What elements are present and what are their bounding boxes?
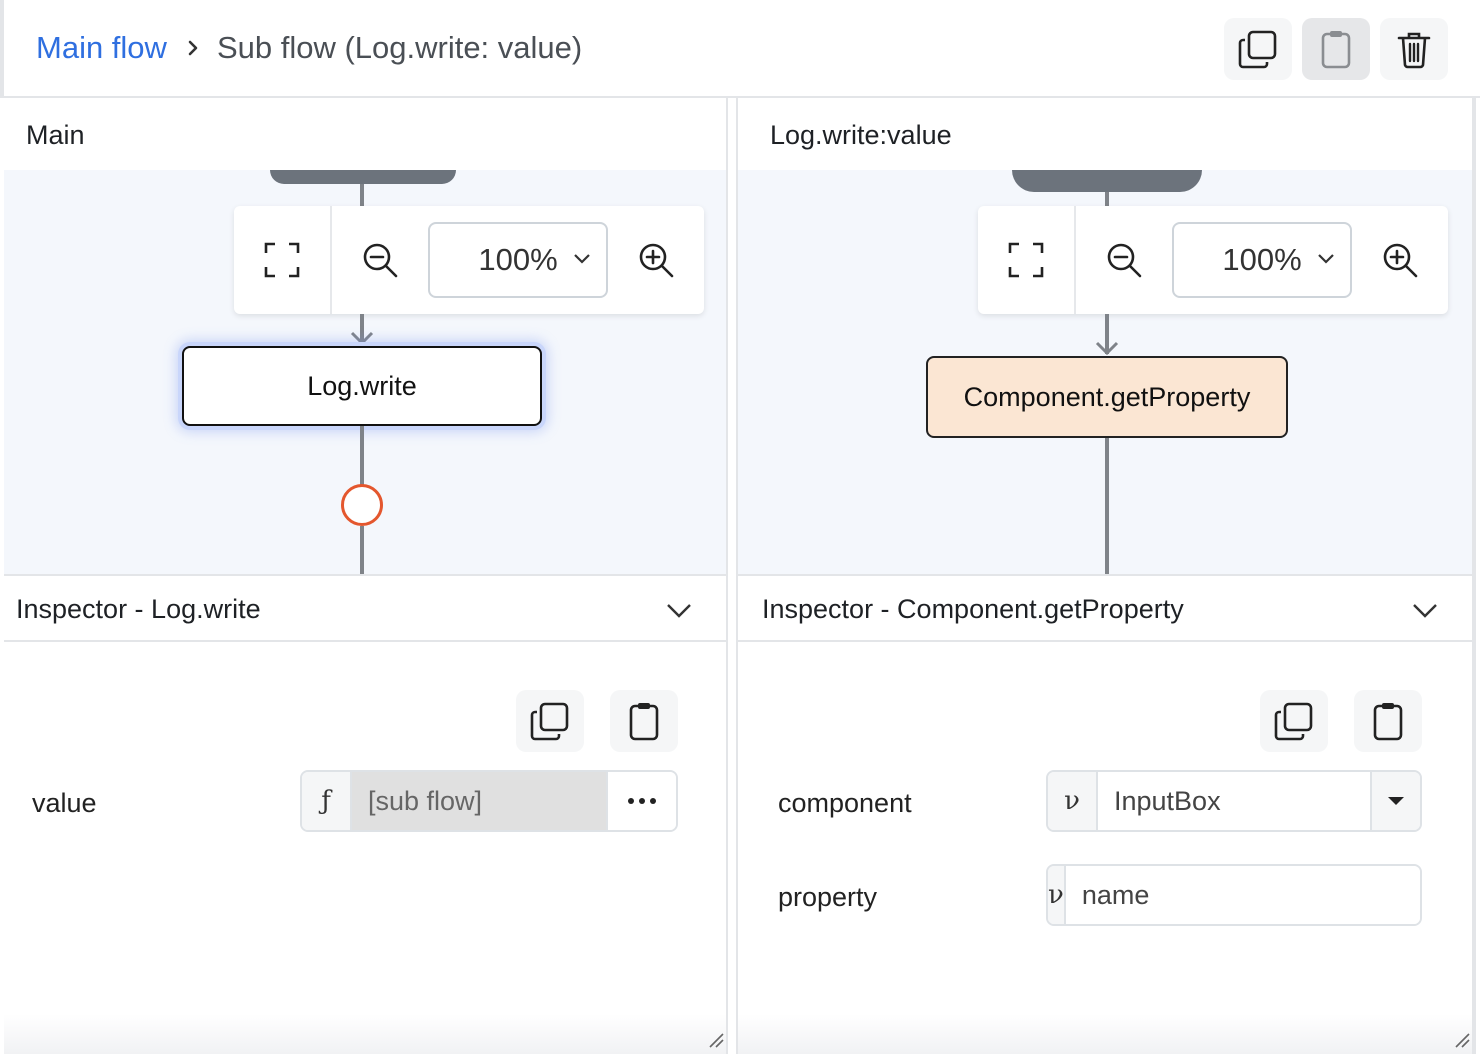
zoom-out-button[interactable] xyxy=(1076,206,1172,314)
value-field-display: [sub flow] xyxy=(352,772,606,830)
clipboard-icon xyxy=(629,703,659,741)
zoom-level-value: 100% xyxy=(478,242,558,277)
resize-handle-icon[interactable] xyxy=(708,1032,724,1048)
zoom-toolbar: 100% xyxy=(234,206,704,314)
chevron-down-icon[interactable] xyxy=(664,596,694,624)
connector-line xyxy=(360,184,364,206)
component-select: ν InputBox xyxy=(1046,770,1422,832)
chevron-down-icon[interactable] xyxy=(1410,596,1440,624)
copy-properties-button[interactable] xyxy=(1260,690,1328,752)
main-flow-panel: Main 100% Log.write Inspector - Log.writ… xyxy=(4,98,728,1054)
inspector-toolbar xyxy=(1260,690,1422,752)
property-field: ν xyxy=(1046,864,1422,926)
copy-icon xyxy=(1238,30,1277,69)
inspector-header[interactable]: Inspector - Component.getProperty xyxy=(738,574,1472,642)
chevron-down-icon xyxy=(1318,254,1334,264)
copy-icon xyxy=(1274,702,1313,741)
resize-handle-icon[interactable] xyxy=(1454,1032,1470,1048)
inspector-body: component ν InputBox property ν xyxy=(738,642,1472,1054)
zoom-level-select[interactable]: 100% xyxy=(1172,222,1352,298)
connector-line xyxy=(1105,192,1109,206)
inspector-toolbar xyxy=(516,690,678,752)
flow-canvas[interactable]: 100% Component.getProperty xyxy=(738,170,1472,574)
panel-footer xyxy=(738,1014,1472,1054)
copy-icon xyxy=(530,702,569,741)
fullscreen-icon xyxy=(1008,242,1044,278)
paste-properties-button[interactable] xyxy=(1354,690,1422,752)
zoom-in-icon xyxy=(639,243,674,278)
property-label-property: property xyxy=(778,882,878,912)
arrow-down-icon xyxy=(1095,341,1119,356)
inspector-title: Inspector - Log.write xyxy=(16,594,261,624)
inspector-header[interactable]: Inspector - Log.write xyxy=(4,574,726,642)
fullscreen-icon xyxy=(264,242,300,278)
zoom-out-button[interactable] xyxy=(332,206,428,314)
node-label: Log.write xyxy=(307,370,417,401)
panel-title: Main xyxy=(26,120,85,150)
start-node[interactable] xyxy=(1012,170,1202,192)
component-dropdown-button[interactable] xyxy=(1370,772,1420,830)
value-field: ƒ [sub flow] xyxy=(300,770,678,832)
breadcrumb: Main flow Sub flow (Log.write: value) xyxy=(36,30,582,66)
copy-properties-button[interactable] xyxy=(516,690,584,752)
start-node[interactable] xyxy=(270,170,456,184)
value-type-toggle[interactable]: ν xyxy=(1048,772,1098,830)
header-toolbar xyxy=(1224,18,1448,80)
panel-footer xyxy=(4,1014,726,1054)
trash-icon xyxy=(1397,32,1431,69)
sub-flow-panel: Log.write:value 100% Component.getProper… xyxy=(736,98,1476,1054)
property-input[interactable] xyxy=(1065,866,1420,924)
zoom-toolbar: 100% xyxy=(978,206,1448,314)
component-select-value[interactable]: InputBox xyxy=(1098,772,1370,830)
arrow-down-icon xyxy=(350,331,374,346)
fit-view-button[interactable] xyxy=(234,206,330,314)
component-getproperty-node[interactable]: Component.getProperty xyxy=(926,356,1288,438)
expression-type-toggle[interactable]: ƒ xyxy=(302,772,352,830)
zoom-level-select[interactable]: 100% xyxy=(428,222,608,298)
node-label: Component.getProperty xyxy=(963,381,1251,412)
clipboard-icon xyxy=(1373,703,1403,741)
more-horizontal-icon xyxy=(628,798,656,804)
paste-properties-button[interactable] xyxy=(610,690,678,752)
paste-button[interactable] xyxy=(1302,18,1370,80)
connector-line xyxy=(360,426,364,486)
more-options-button[interactable] xyxy=(606,772,676,830)
zoom-level-value: 100% xyxy=(1222,242,1302,277)
zoom-out-icon xyxy=(363,243,398,278)
breadcrumb-current: Sub flow (Log.write: value) xyxy=(216,30,583,65)
fit-view-button[interactable] xyxy=(978,206,1074,314)
inspector-body: value ƒ [sub flow] xyxy=(4,642,726,1054)
zoom-in-icon xyxy=(1383,243,1418,278)
property-label-value: value xyxy=(32,788,97,818)
chevron-right-icon xyxy=(188,40,198,56)
panel-title: Log.write:value xyxy=(770,120,952,150)
connector-line xyxy=(1105,438,1109,574)
inspector-title: Inspector - Component.getProperty xyxy=(762,594,1184,624)
log-write-node[interactable]: Log.write xyxy=(182,346,542,426)
property-label-component: component xyxy=(778,788,912,818)
caret-down-icon xyxy=(1388,797,1404,805)
delete-button[interactable] xyxy=(1380,18,1448,80)
zoom-out-icon xyxy=(1107,243,1142,278)
top-bar: Main flow Sub flow (Log.write: value) xyxy=(0,0,1480,98)
chevron-down-icon xyxy=(574,254,590,264)
clipboard-icon xyxy=(1321,31,1351,69)
output-port[interactable] xyxy=(341,484,383,526)
zoom-in-button[interactable] xyxy=(608,206,704,314)
breadcrumb-main-flow-link[interactable]: Main flow xyxy=(36,30,167,66)
flow-canvas[interactable]: 100% Log.write xyxy=(4,170,726,574)
connector-line xyxy=(360,526,364,574)
zoom-in-button[interactable] xyxy=(1352,206,1448,314)
copy-button[interactable] xyxy=(1224,18,1292,80)
value-type-toggle[interactable]: ν xyxy=(1048,866,1066,924)
